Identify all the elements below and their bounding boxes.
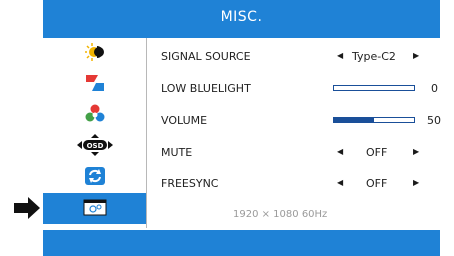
reset-icon <box>84 166 106 190</box>
sidebar-divider <box>146 38 147 228</box>
selection-pointer-icon <box>14 197 42 223</box>
osd-icon: OSD <box>76 133 113 160</box>
sidebar: OSD <box>43 38 146 230</box>
volume-slider-fill <box>334 118 374 122</box>
mute-left-arrow-icon[interactable]: ◀ <box>337 147 343 156</box>
sidebar-item-image[interactable] <box>43 69 146 100</box>
setting-volume[interactable]: VOLUME 50 <box>161 111 441 131</box>
mute-label: MUTE <box>161 146 193 159</box>
resolution-status: 1920 × 1080 60Hz <box>233 209 328 220</box>
color-icon <box>84 103 106 129</box>
signal-source-label: SIGNAL SOURCE <box>161 50 251 63</box>
setting-signal-source[interactable]: SIGNAL SOURCE ◀ Type-C2 ▶ <box>161 47 431 67</box>
sidebar-item-brightness[interactable] <box>43 38 146 69</box>
freesync-label: FREESYNC <box>161 177 219 190</box>
freesync-value: OFF <box>366 177 388 190</box>
menu-footer <box>43 230 440 256</box>
setting-mute[interactable]: MUTE ◀ OFF ▶ <box>161 143 431 163</box>
low-bluelight-label: LOW BLUELIGHT <box>161 82 251 95</box>
low-bluelight-slider[interactable] <box>333 85 415 91</box>
signal-source-value: Type-C2 <box>352 50 396 63</box>
misc-icon <box>83 198 107 220</box>
menu-header: MISC. <box>43 0 440 38</box>
mute-value: OFF <box>366 146 388 159</box>
sidebar-item-misc[interactable] <box>43 193 146 224</box>
sidebar-item-osd[interactable]: OSD <box>43 131 146 162</box>
signal-source-left-arrow-icon[interactable]: ◀ <box>337 51 343 60</box>
sidebar-item-color[interactable] <box>43 100 146 131</box>
mute-right-arrow-icon[interactable]: ▶ <box>413 147 419 156</box>
setting-low-bluelight[interactable]: LOW BLUELIGHT 0 <box>161 79 438 99</box>
sidebar-item-reset[interactable] <box>43 162 146 193</box>
osd-menu: MISC. OSD SIGNAL SOURCE ◀ Type-C2 ▶ LOW … <box>43 0 441 256</box>
signal-source-right-arrow-icon[interactable]: ▶ <box>413 51 419 60</box>
freesync-right-arrow-icon[interactable]: ▶ <box>413 178 419 187</box>
brightness-icon <box>84 42 106 66</box>
volume-value: 50 <box>427 114 441 127</box>
menu-title: MISC. <box>220 9 263 25</box>
volume-slider[interactable] <box>333 117 415 123</box>
low-bluelight-value: 0 <box>431 82 438 95</box>
volume-label: VOLUME <box>161 114 208 127</box>
image-icon <box>84 73 106 97</box>
freesync-left-arrow-icon[interactable]: ◀ <box>337 178 343 187</box>
osd-icon-label: OSD <box>86 142 103 150</box>
setting-freesync[interactable]: FREESYNC ◀ OFF ▶ <box>161 174 431 194</box>
